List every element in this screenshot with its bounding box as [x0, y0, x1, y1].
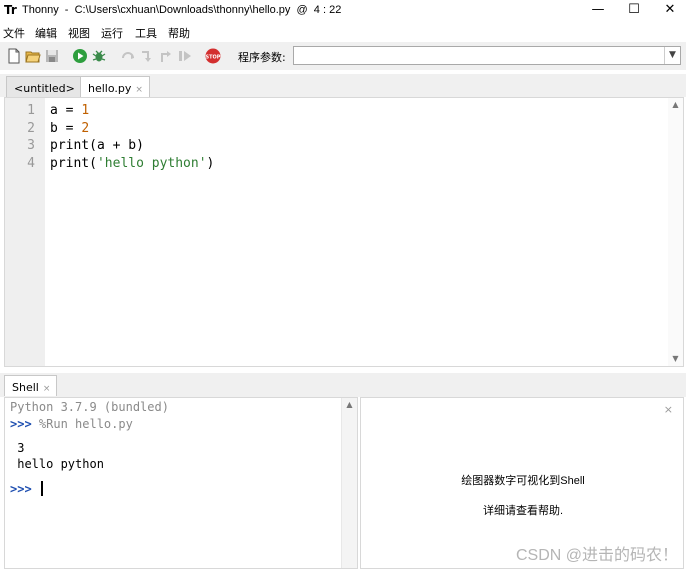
code-line: b = 2 — [50, 121, 90, 136]
line-number: 1 — [27, 103, 35, 118]
tab-close-icon[interactable]: × — [43, 384, 51, 394]
shell-tab-bar: Shell × — [0, 373, 686, 397]
scroll-down-icon[interactable]: ▼ — [668, 354, 683, 363]
tab-hello-py-label: hello.py — [88, 82, 132, 95]
menu-bar: 文件 编辑 视图 运行 工具 帮助 — [0, 22, 686, 42]
editor-scrollbar[interactable]: ▲ ▼ — [668, 98, 683, 366]
scroll-up-icon[interactable]: ▲ — [668, 100, 683, 109]
plotter-close-icon[interactable]: × — [664, 403, 673, 416]
close-window-button[interactable]: ✕ — [650, 0, 686, 22]
chevron-down-icon[interactable]: ▼ — [664, 47, 680, 64]
text-cursor — [41, 481, 43, 496]
watermark: CSDN @进击的码农！ — [515, 547, 678, 564]
minimize-button[interactable]: — — [578, 0, 618, 22]
tab-close-icon[interactable]: × — [135, 85, 143, 95]
run-icon[interactable] — [72, 48, 88, 64]
shell-prompt: >>> — [10, 417, 32, 431]
step-over-icon[interactable] — [120, 48, 136, 64]
thonny-logo-icon: Tr — [4, 3, 17, 17]
shell-banner: Python 3.7.9 (bundled) — [10, 400, 169, 414]
shell-scrollbar[interactable]: ▲ — [341, 398, 357, 568]
shell-panel[interactable]: Python 3.7.9 (bundled) >>> %Run hello.py… — [4, 397, 358, 569]
new-file-icon[interactable] — [6, 48, 22, 64]
menu-run[interactable]: 运行 — [101, 25, 123, 41]
line-number-gutter: 1 2 3 4 — [5, 98, 45, 366]
menu-help[interactable]: 帮助 — [168, 25, 190, 41]
menu-edit[interactable]: 编辑 — [35, 25, 57, 41]
tab-shell-label: Shell — [12, 381, 39, 394]
shell-output-line: 3 — [10, 441, 25, 455]
maximize-button[interactable]: ☐ — [614, 0, 654, 22]
step-into-icon[interactable] — [139, 48, 155, 64]
shell-prompt: >>> — [10, 482, 32, 496]
editor-tab-bar: <untitled> × hello.py× — [0, 74, 686, 97]
code-line: print(a + b) — [50, 138, 144, 153]
tab-untitled-label: <untitled> — [14, 82, 75, 95]
resume-icon[interactable] — [177, 48, 193, 64]
line-number: 4 — [27, 156, 35, 171]
menu-view[interactable]: 视图 — [68, 25, 90, 41]
line-number: 2 — [27, 121, 35, 136]
menu-file[interactable]: 文件 — [3, 25, 25, 41]
scroll-up-icon[interactable]: ▲ — [342, 400, 357, 409]
shell-run-line: >>> %Run hello.py — [10, 417, 133, 431]
line-number: 3 — [27, 138, 35, 153]
toolbar: STOP 程序参数: ▼ — [0, 42, 686, 70]
stop-icon[interactable]: STOP — [205, 48, 221, 64]
shell-output-line: hello python — [10, 457, 104, 471]
code-line: print('hello python') — [50, 156, 215, 171]
save-icon[interactable] — [44, 48, 60, 64]
code-line: a = 1 — [50, 103, 90, 118]
open-file-icon[interactable] — [25, 48, 41, 64]
stop-icon-label: STOP — [206, 54, 221, 60]
tab-shell[interactable]: Shell × — [4, 375, 58, 396]
program-args-label: 程序参数: — [238, 51, 286, 64]
plotter-message: 绘图器数字可视化到Shell — [461, 475, 585, 487]
debug-icon[interactable] — [91, 48, 107, 64]
title-bar: Tr Thonny - C:\Users\cxhuan\Downloads\th… — [0, 0, 686, 22]
window-title: Thonny - C:\Users\cxhuan\Downloads\thonn… — [22, 4, 342, 16]
step-out-icon[interactable] — [158, 48, 174, 64]
plotter-help-text: 详细请查看帮助. — [482, 505, 564, 517]
tab-hello-py[interactable]: hello.py × — [80, 76, 150, 97]
code-editor[interactable]: 1 2 3 4 a = 1 b = 2 print(a + b) print('… — [4, 97, 684, 367]
program-args-input[interactable]: ▼ — [293, 46, 681, 65]
shell-run-command: %Run hello.py — [31, 417, 133, 431]
menu-tools[interactable]: 工具 — [135, 25, 157, 41]
